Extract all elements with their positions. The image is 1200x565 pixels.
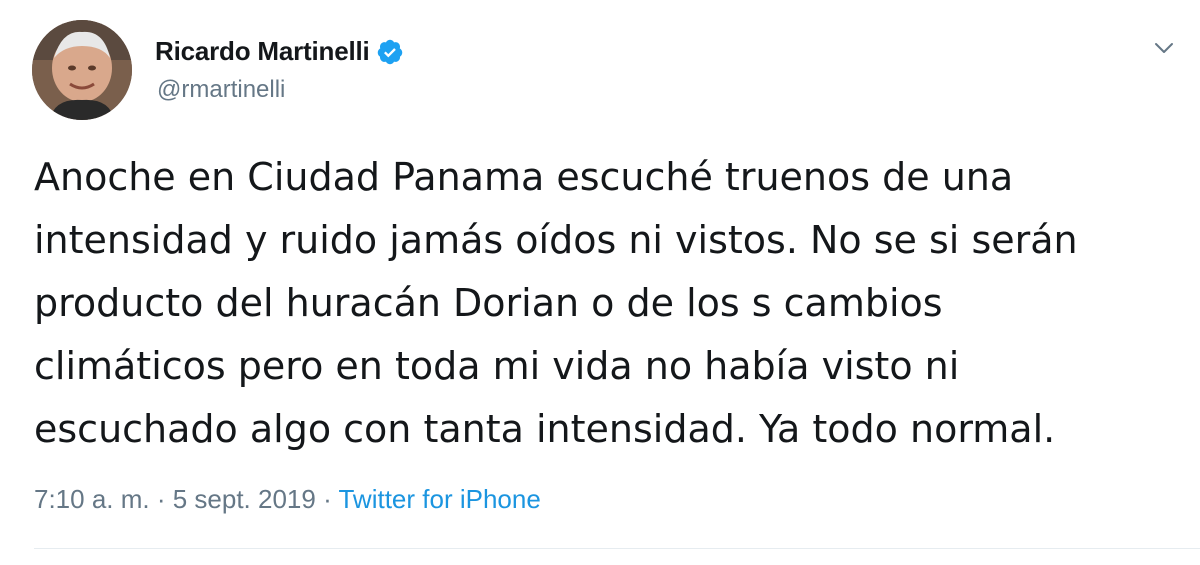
tweet-line: escuchado algo con tanta intensidad. Ya … (34, 407, 1056, 451)
tweet-line: climáticos pero en toda mi vida no había… (34, 344, 960, 388)
tweet-timestamp[interactable]: 7:10 a. m. · 5 sept. 2019 (34, 484, 316, 514)
tweet-line: intensidad y ruido jamás oídos ni vistos… (34, 218, 1078, 262)
tweet-meta: 7:10 a. m. · 5 sept. 2019 · Twitter for … (34, 484, 541, 515)
avatar[interactable] (32, 20, 132, 120)
tweet-line: Anoche en Ciudad Panama escuché truenos … (34, 155, 1014, 199)
user-handle[interactable]: @rmartinelli (157, 76, 285, 104)
chevron-down-icon[interactable] (1152, 36, 1176, 60)
tweet-source-link[interactable]: Twitter for iPhone (338, 484, 540, 514)
verified-badge-icon (376, 38, 404, 66)
tweet-text: Anoche en Ciudad Panama escuché truenos … (34, 146, 1174, 461)
avatar-image (32, 20, 132, 120)
author-name-row: Ricardo Martinelli (155, 36, 404, 67)
display-name[interactable]: Ricardo Martinelli (155, 36, 370, 67)
tweet-card: Ricardo Martinelli @rmartinelli Anoche e… (0, 0, 1200, 565)
meta-separator: · (315, 484, 339, 514)
divider (34, 548, 1200, 549)
tweet-line: producto del huracán Dorian o de los s c… (34, 281, 943, 325)
